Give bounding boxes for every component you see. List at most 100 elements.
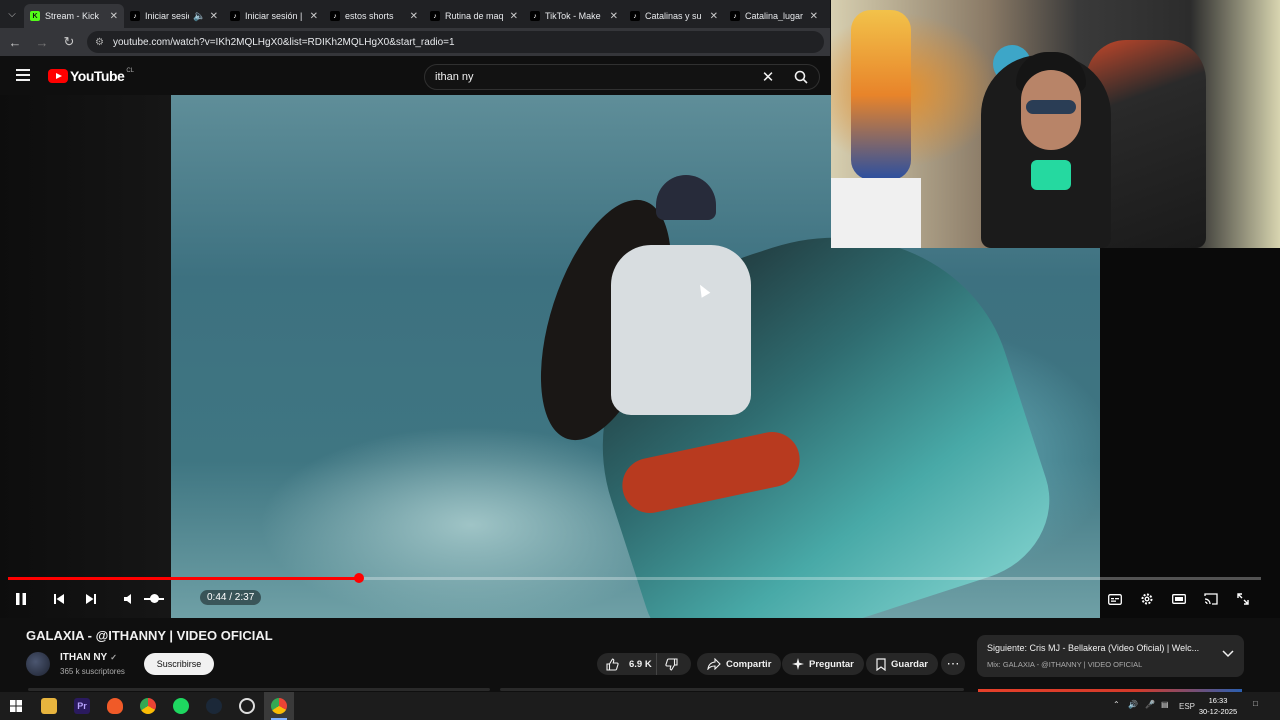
thumbs-up-icon (606, 657, 619, 671)
close-icon[interactable]: ✕ (810, 11, 818, 22)
close-icon[interactable]: ✕ (610, 11, 618, 22)
tab-tiktok-6[interactable]: ♪ Catalinas y su ✕ (624, 4, 724, 28)
fullscreen-button[interactable] (1234, 589, 1252, 609)
menu-icon[interactable] (16, 69, 30, 81)
microphone-icon[interactable]: 🎤 (1145, 700, 1155, 709)
next-icon (86, 594, 96, 604)
clock-date: 30-12-2025 (1198, 707, 1238, 716)
save-button[interactable]: Guardar (866, 653, 938, 675)
verified-icon: ✓ (110, 653, 117, 662)
share-label: Compartir (726, 658, 772, 670)
pause-button[interactable] (12, 589, 30, 609)
chevron-up-icon[interactable]: ⌃ (1113, 700, 1120, 709)
search-icon (794, 70, 808, 84)
gear-icon (1141, 593, 1153, 605)
speaker-icon[interactable]: 🔊 (1128, 700, 1138, 709)
volume-knob[interactable] (150, 594, 159, 603)
site-info-icon[interactable]: ⚙ (95, 37, 107, 48)
cast-icon (1204, 593, 1218, 605)
chrome-icon[interactable] (140, 698, 156, 714)
premiere-icon[interactable]: Pr (74, 698, 90, 714)
obs-icon[interactable] (239, 698, 255, 714)
search-box: ✕ (424, 64, 820, 90)
next-button[interactable] (82, 589, 100, 609)
box-shape (831, 178, 921, 248)
tab-tiktok-3[interactable]: ♪ estos shorts ✕ (324, 4, 424, 28)
network-icon[interactable]: ▤ (1161, 700, 1169, 709)
tab-tiktok-4[interactable]: ♪ Rutina de maq ✕ (424, 4, 524, 28)
address-bar[interactable]: ⚙ youtube.com/watch?v=IKh2MQLHgX0&list=R… (87, 31, 824, 53)
settings-button[interactable] (1138, 589, 1156, 609)
volume-icon (124, 594, 131, 604)
ask-label: Preguntar (809, 658, 854, 670)
country-code: CL (126, 68, 134, 74)
close-icon[interactable]: ✕ (410, 11, 418, 22)
back-icon[interactable]: ← (3, 30, 27, 54)
theater-mode-button[interactable] (1170, 589, 1188, 609)
share-icon (707, 658, 721, 670)
windows-taskbar: Pr (0, 692, 1280, 720)
tab-title: Iniciar sesión | (245, 11, 303, 21)
channel-name: ITHAN NY (60, 652, 108, 663)
tab-kick[interactable]: K Stream - Kick ✕ (24, 4, 124, 28)
next-up-card[interactable]: Siguiente: Cris MJ - Bellakera (Video Of… (977, 635, 1244, 677)
search-button[interactable] (783, 65, 819, 89)
tiktok-icon: ♪ (430, 11, 440, 21)
anime-figure-shape (851, 10, 911, 180)
brave-icon[interactable] (107, 698, 123, 714)
content-peek (28, 688, 490, 691)
tab-title: Rutina de maq (445, 11, 504, 21)
tiktok-icon: ♪ (230, 11, 240, 21)
file-explorer-icon[interactable] (41, 698, 57, 714)
forward-icon[interactable]: → (30, 30, 54, 54)
progress-scrubber[interactable] (353, 573, 364, 583)
tab-tiktok-7[interactable]: ♪ Catalina_lugar ✕ (724, 4, 824, 28)
ask-button[interactable]: Preguntar (782, 653, 864, 675)
subtitles-button[interactable] (1106, 589, 1124, 609)
player-letterbox-left (0, 95, 171, 618)
share-button[interactable]: Compartir (697, 653, 782, 675)
spotify-icon[interactable] (173, 698, 189, 714)
webcam-overlay (831, 0, 1280, 248)
save-label: Guardar (891, 658, 928, 670)
progress-bar[interactable] (8, 573, 1261, 583)
chevron-down-icon[interactable] (1222, 650, 1234, 658)
pause-icon (16, 593, 26, 605)
search-input[interactable] (425, 71, 753, 83)
tab-tiktok-1[interactable]: ♪ Iniciar sesió 🔈 ✕ (124, 4, 224, 28)
avatar[interactable] (26, 652, 50, 676)
language-indicator[interactable]: ESP (1179, 702, 1195, 711)
chrome-icon[interactable] (271, 698, 287, 714)
speaker-icon[interactable]: 🔈 (193, 11, 205, 22)
close-icon[interactable]: ✕ (710, 11, 718, 22)
close-icon[interactable]: ✕ (110, 11, 118, 22)
time-display: 0:44 / 2:37 (200, 590, 262, 605)
dislike-button[interactable] (657, 653, 691, 675)
volume-button[interactable] (120, 589, 138, 609)
reload-icon[interactable]: ↻ (57, 30, 81, 54)
tiktok-icon: ♪ (530, 11, 540, 21)
clear-search-icon[interactable]: ✕ (753, 68, 783, 86)
previous-button[interactable] (50, 589, 68, 609)
more-actions-icon[interactable]: ⋯ (941, 653, 965, 675)
browser-toolbar: ← → ↻ ⚙ youtube.com/watch?v=IKh2MQLHgX0&… (0, 28, 830, 56)
steam-icon[interactable] (206, 698, 222, 714)
like-button[interactable]: 6.9 K (597, 653, 657, 675)
cast-button[interactable] (1202, 589, 1220, 609)
notification-icon[interactable]: □ (1253, 699, 1258, 708)
rider-shirt-shape (611, 245, 751, 415)
close-icon[interactable]: ✕ (210, 11, 218, 22)
subscribe-button[interactable]: Suscribirse (144, 653, 214, 675)
tab-tiktok-2[interactable]: ♪ Iniciar sesión | ✕ (224, 4, 324, 28)
channel-name-link[interactable]: ITHAN NY ✓ (60, 652, 117, 663)
windows-start-icon[interactable] (8, 698, 24, 714)
next-up-subtitle: Mix: GALAXIA - @ITHANNY | VIDEO OFICIAL (987, 660, 1143, 669)
theater-icon (1172, 594, 1186, 604)
tab-title: TikTok - Make (545, 11, 601, 21)
taskbar-clock[interactable]: 16:33 30-12-2025 (1198, 695, 1238, 717)
youtube-logo[interactable]: YouTube CL (48, 68, 134, 84)
close-icon[interactable]: ✕ (310, 11, 318, 22)
close-icon[interactable]: ✕ (510, 11, 518, 22)
tab-search-button[interactable]: ⌵ (0, 0, 24, 28)
tab-tiktok-5[interactable]: ♪ TikTok - Make ✕ (524, 4, 624, 28)
